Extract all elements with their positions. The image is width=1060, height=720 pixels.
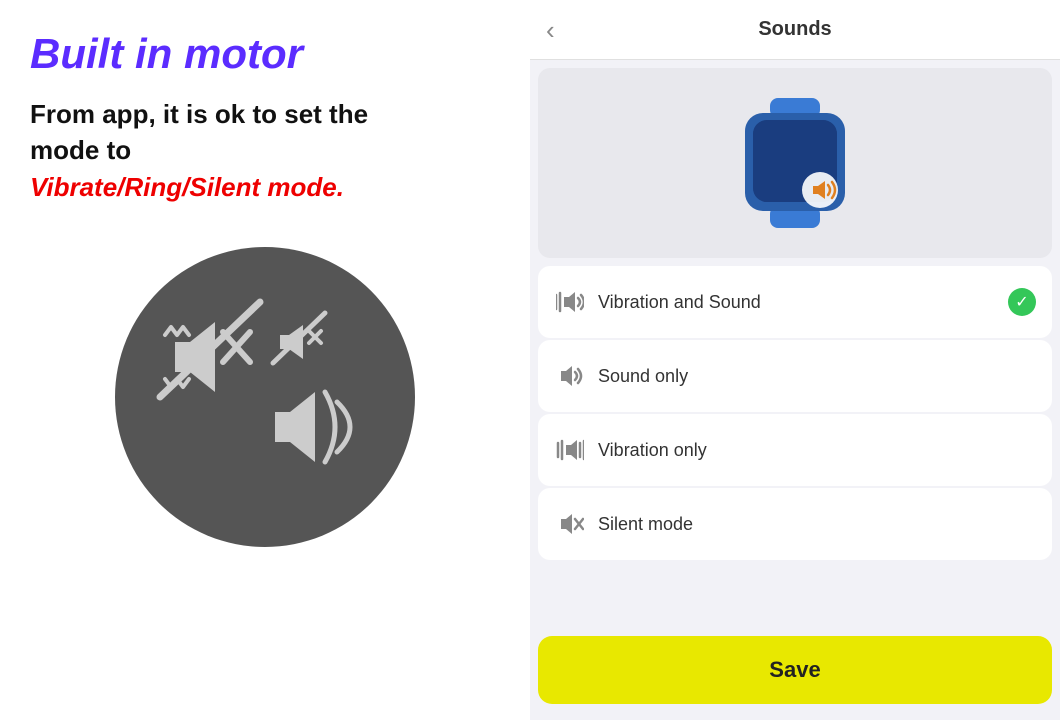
page-title: Built in motor — [30, 30, 303, 78]
option-vibration-sound[interactable]: Vibration and Sound ✓ — [538, 266, 1052, 338]
description-text: From app, it is ok to set the mode to Vi… — [30, 96, 368, 205]
highlight-text: Vibrate/Ring/Silent mode. — [30, 172, 344, 202]
selected-check-icon: ✓ — [1008, 288, 1036, 316]
sound-only-icon — [554, 360, 586, 392]
option-vibration-only-label: Vibration only — [598, 440, 1036, 461]
option-vibration-sound-label: Vibration and Sound — [598, 292, 1008, 313]
save-button[interactable]: Save — [538, 636, 1052, 704]
silent-icon — [554, 508, 586, 540]
option-sound-only[interactable]: Sound only — [538, 340, 1052, 412]
circle-illustration — [115, 247, 415, 547]
watch-preview — [538, 68, 1052, 258]
description-line1: From app, it is ok to set the — [30, 99, 368, 129]
option-silent-mode[interactable]: Silent mode — [538, 488, 1052, 560]
back-button[interactable]: ‹ — [546, 17, 555, 43]
vibration-only-icon — [554, 434, 586, 466]
option-vibration-only[interactable]: Vibration only — [538, 414, 1052, 486]
left-panel: Built in motor From app, it is ok to set… — [0, 0, 530, 720]
header-title: Sounds — [758, 18, 831, 41]
options-list: Vibration and Sound ✓ Sound only — [530, 266, 1060, 628]
header: ‹ Sounds — [530, 0, 1060, 60]
option-sound-only-label: Sound only — [598, 366, 1036, 387]
vibration-sound-icon — [554, 286, 586, 318]
description-line2: mode to — [30, 135, 131, 165]
option-silent-label: Silent mode — [598, 514, 1036, 535]
right-panel: ‹ Sounds — [530, 0, 1060, 720]
vibrate-mute-svg — [155, 287, 375, 507]
watch-svg — [735, 98, 855, 228]
